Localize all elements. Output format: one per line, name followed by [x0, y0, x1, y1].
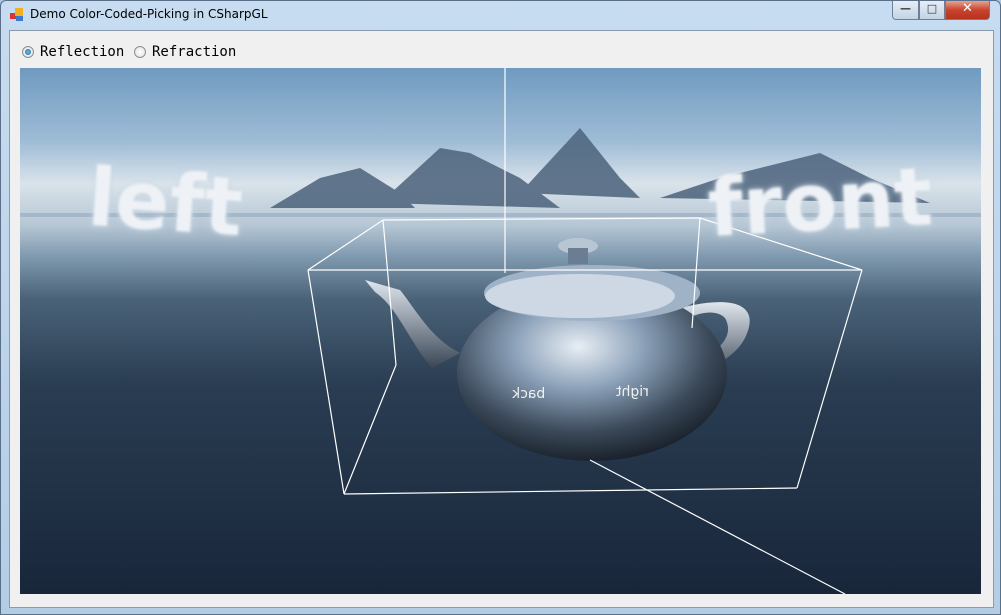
maximize-icon: □ [926, 2, 938, 15]
teapot-reflection-back: back [512, 386, 546, 402]
close-button[interactable]: ✕ [945, 1, 990, 20]
skybox-label-left: left [84, 150, 246, 255]
window-title: Demo Color-Coded-Picking in CSharpGL [30, 7, 268, 21]
refraction-radio[interactable]: Refraction [134, 44, 236, 60]
minimize-icon: — [900, 2, 911, 15]
scene-graphics [20, 68, 981, 594]
radio-checked-icon [22, 46, 34, 58]
opengl-canvas[interactable]: left front back right [20, 68, 981, 594]
reflection-label: Reflection [40, 44, 125, 60]
maximize-button[interactable]: □ [919, 1, 945, 20]
teapot-reflection-right: right [616, 384, 649, 400]
radio-unchecked-icon [134, 46, 146, 58]
refraction-label: Refraction [152, 44, 237, 60]
app-window-icon [10, 8, 24, 21]
reflection-radio[interactable]: Reflection [22, 44, 124, 60]
skybox-label-front: front [705, 150, 935, 255]
close-icon: ✕ [962, 1, 973, 16]
teapot [365, 238, 750, 461]
title-bar[interactable]: Demo Color-Coded-Picking in CSharpGL — □… [1, 1, 1000, 29]
minimize-button[interactable]: — [892, 1, 919, 20]
